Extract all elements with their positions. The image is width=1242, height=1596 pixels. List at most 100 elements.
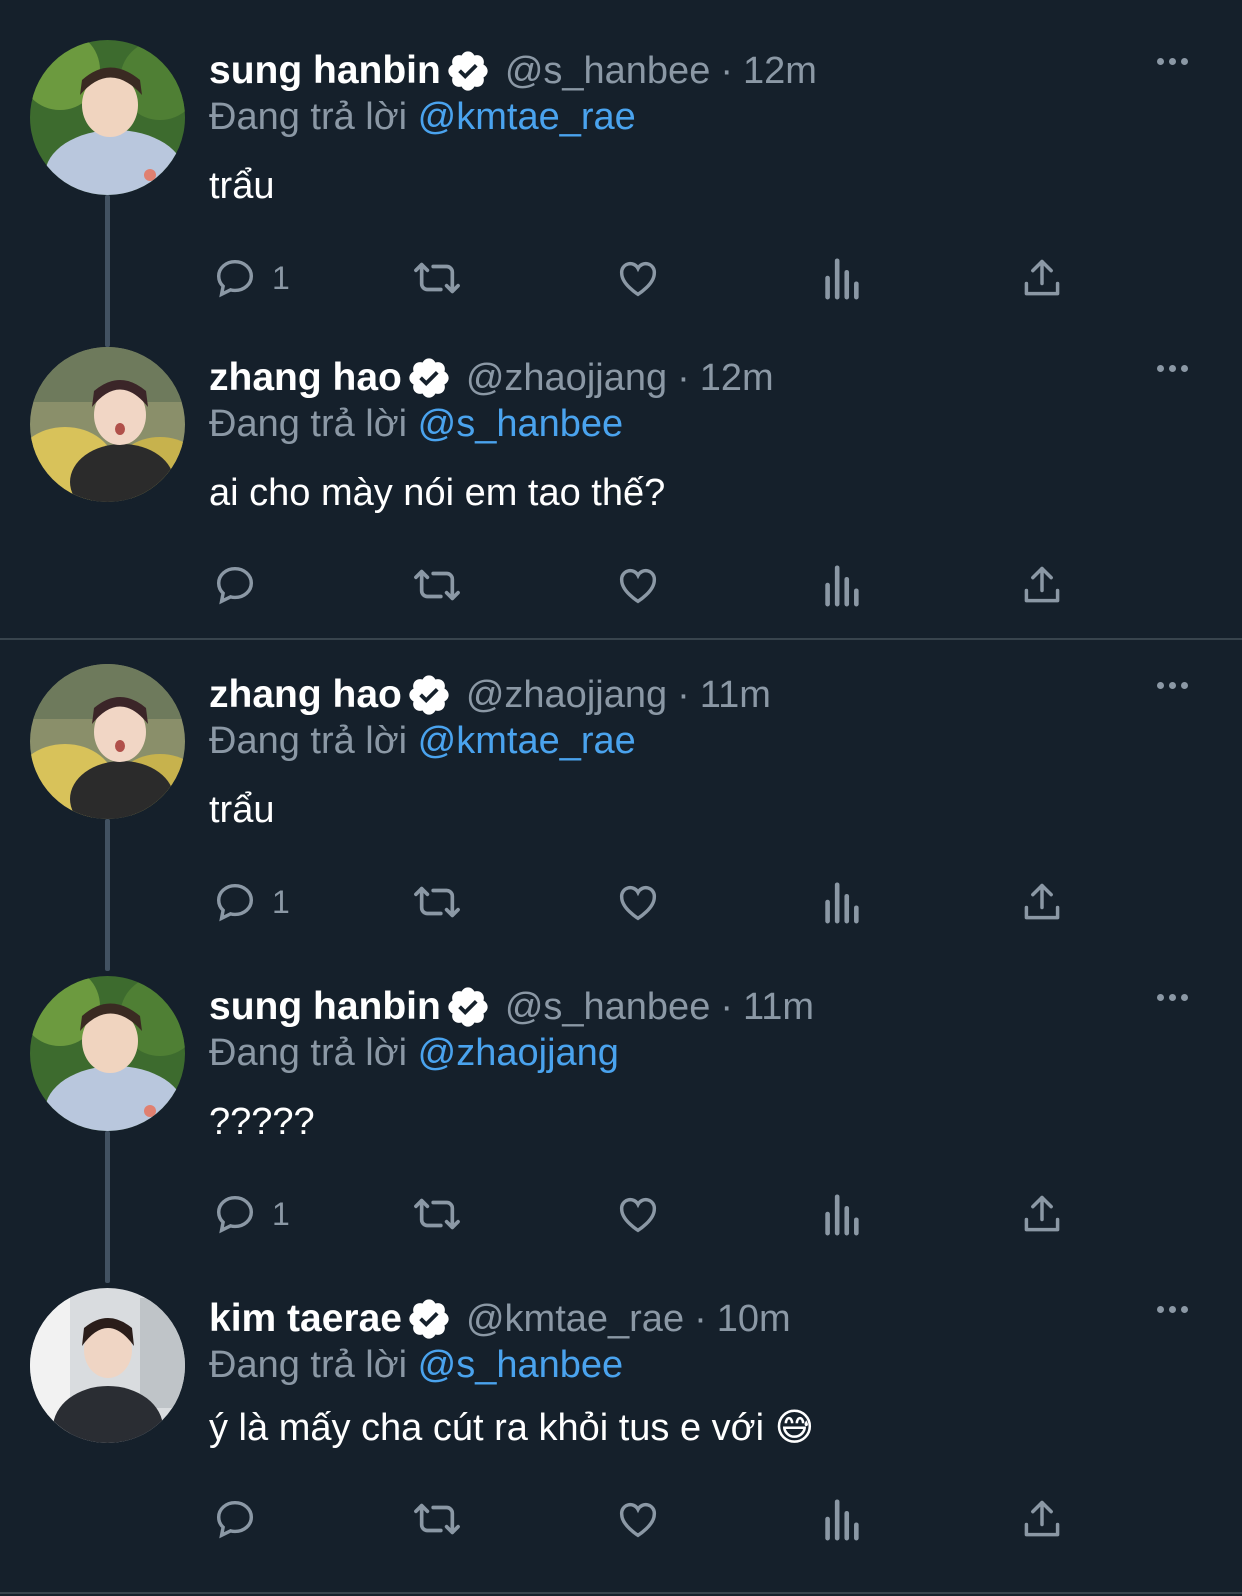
timestamp[interactable]: 12m — [743, 50, 817, 93]
reply-icon — [216, 566, 254, 605]
more-options-icon[interactable] — [1157, 58, 1188, 65]
tweet[interactable]: zhang hao @zhaojjang · 12m Đang trả lời … — [0, 307, 1242, 625]
views-button[interactable] — [820, 1189, 862, 1239]
retweet-button[interactable] — [410, 1494, 464, 1544]
share-button[interactable] — [1020, 877, 1064, 927]
reply-icon — [216, 1195, 254, 1234]
timestamp[interactable]: 12m — [700, 357, 774, 400]
display-name[interactable]: sung hanbin — [209, 49, 441, 93]
tweet[interactable]: sung hanbin @s_hanbee · 12m Đang trả lời… — [0, 0, 1242, 347]
share-icon — [1024, 566, 1060, 603]
replying-to-label: Đang trả lời — [209, 403, 408, 445]
tweet-text: ý là mấy cha cút ra khỏi tus e với 😅 — [209, 1407, 815, 1449]
like-button[interactable] — [614, 1494, 662, 1544]
tweet-header: kim taerae @kmtae_rae · 10m — [209, 1292, 791, 1346]
tweet-actions: 1 — [212, 1189, 1092, 1239]
mention-link[interactable]: @kmtae_rae — [418, 720, 636, 762]
share-icon — [1024, 883, 1060, 920]
reply-icon — [216, 259, 254, 298]
reply-button[interactable]: 1 — [212, 1189, 290, 1239]
display-name[interactable]: sung hanbin — [209, 985, 441, 1029]
reply-count: 1 — [272, 259, 290, 296]
retweet-button[interactable] — [410, 560, 464, 610]
verified-badge-icon — [448, 51, 488, 91]
reply-button[interactable] — [212, 560, 272, 610]
replying-to-label: Đang trả lời — [209, 720, 408, 762]
tweet[interactable]: kim taerae @kmtae_rae · 10m Đang trả lời… — [0, 1248, 1242, 1596]
display-name[interactable]: zhang hao — [209, 673, 402, 717]
timestamp[interactable]: 10m — [717, 1298, 791, 1341]
tweet-header: zhang hao @zhaojjang · 11m — [209, 668, 771, 722]
reply-count: 1 — [272, 1195, 290, 1232]
mention-link[interactable]: @zhaojjang — [418, 1032, 619, 1074]
separator: · — [720, 985, 733, 1028]
retweet-icon — [414, 886, 460, 918]
share-button[interactable] — [1020, 1189, 1064, 1239]
reply-button[interactable]: 1 — [212, 877, 290, 927]
replying-to: Đang trả lời @s_hanbee — [209, 403, 623, 446]
views-button[interactable] — [820, 877, 862, 927]
timestamp[interactable]: 11m — [700, 674, 771, 717]
replying-to-label: Đang trả lời — [209, 1032, 408, 1074]
tweet[interactable]: sung hanbin @s_hanbee · 11m Đang trả lời… — [0, 936, 1242, 1283]
tweet-header: sung hanbin @s_hanbee · 12m — [209, 44, 817, 98]
mention-link[interactable]: @s_hanbee — [418, 1344, 624, 1386]
retweet-button[interactable] — [410, 1189, 464, 1239]
display-name[interactable]: zhang hao — [209, 356, 402, 400]
like-icon — [619, 1502, 657, 1538]
more-options-icon[interactable] — [1157, 365, 1188, 372]
tweet-actions: 1 — [212, 877, 1092, 927]
replying-to-label: Đang trả lời — [209, 96, 408, 138]
tweet-text: ai cho mày nói em tao thế? — [209, 472, 666, 514]
like-button[interactable] — [614, 560, 662, 610]
more-options-icon[interactable] — [1157, 1306, 1188, 1313]
user-handle[interactable]: @zhaojjang — [466, 357, 667, 400]
retweet-icon — [414, 1503, 460, 1535]
mention-link[interactable]: @s_hanbee — [418, 403, 624, 445]
avatar[interactable] — [30, 1288, 185, 1443]
tweet-header: sung hanbin @s_hanbee · 11m — [209, 980, 814, 1034]
verified-badge-icon — [409, 675, 449, 715]
user-handle[interactable]: @s_hanbee — [505, 50, 711, 93]
reply-count: 1 — [272, 883, 290, 920]
like-button[interactable] — [614, 1189, 662, 1239]
mention-link[interactable]: @kmtae_rae — [418, 96, 636, 138]
replying-to: Đang trả lời @zhaojjang — [209, 1032, 619, 1075]
replying-to-label: Đang trả lời — [209, 1344, 408, 1386]
avatar[interactable] — [30, 976, 185, 1131]
avatar[interactable] — [30, 347, 185, 502]
views-icon — [825, 258, 859, 300]
retweet-button[interactable] — [410, 877, 464, 927]
tweet-text: trẩu — [209, 165, 275, 207]
display-name[interactable]: kim taerae — [209, 1297, 402, 1341]
views-button[interactable] — [820, 560, 862, 610]
views-button[interactable] — [820, 253, 862, 303]
views-icon — [825, 565, 859, 607]
replying-to: Đang trả lời @kmtae_rae — [209, 96, 636, 139]
more-options-icon[interactable] — [1157, 994, 1188, 1001]
share-icon — [1024, 259, 1060, 296]
tweet-text: ????? — [209, 1101, 315, 1143]
user-handle[interactable]: @kmtae_rae — [466, 1298, 684, 1341]
reply-button[interactable]: 1 — [212, 253, 290, 303]
reply-icon — [216, 883, 254, 922]
views-button[interactable] — [820, 1494, 862, 1544]
reply-button[interactable] — [212, 1494, 272, 1544]
share-button[interactable] — [1020, 253, 1064, 303]
share-button[interactable] — [1020, 560, 1064, 610]
tweet-actions: 1 — [212, 253, 1092, 303]
avatar[interactable] — [30, 40, 185, 195]
share-button[interactable] — [1020, 1494, 1064, 1544]
like-icon — [619, 1197, 657, 1233]
separator: · — [694, 1297, 707, 1340]
verified-badge-icon — [409, 358, 449, 398]
like-button[interactable] — [614, 877, 662, 927]
user-handle[interactable]: @zhaojjang — [466, 674, 667, 717]
tweet[interactable]: zhang hao @zhaojjang · 11m Đang trả lời … — [0, 624, 1242, 971]
avatar[interactable] — [30, 664, 185, 819]
timestamp[interactable]: 11m — [743, 986, 814, 1029]
user-handle[interactable]: @s_hanbee — [505, 986, 711, 1029]
retweet-button[interactable] — [410, 253, 464, 303]
more-options-icon[interactable] — [1157, 682, 1188, 689]
like-button[interactable] — [614, 253, 662, 303]
